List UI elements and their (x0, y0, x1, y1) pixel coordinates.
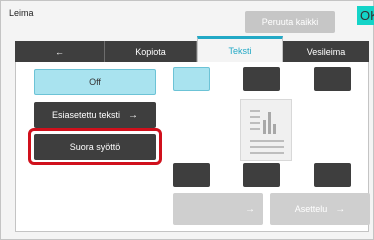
preset-text-label: Esiasetettu teksti (51, 110, 121, 120)
arrow-right-icon: → (335, 203, 346, 215)
arrow-right-icon: → (128, 109, 139, 121)
tab-bar: ← Kopiota Teksti Vesileima (15, 36, 369, 63)
cancel-all-button[interactable]: Peruuta kaikki (245, 11, 335, 33)
text-settings-button[interactable]: → (173, 193, 263, 225)
back-arrow-icon: ← (55, 47, 64, 57)
tab-copy[interactable]: Kopiota (105, 41, 197, 63)
document-preview-graphic (250, 110, 284, 154)
ok-button[interactable]: OK (357, 6, 374, 25)
layout-button[interactable]: Asettelu → (270, 193, 370, 225)
arrow-right-icon: → (245, 203, 255, 215)
tab-text[interactable]: Teksti (197, 36, 283, 63)
position-bottom-left-button[interactable] (173, 163, 210, 187)
position-bottom-center-button[interactable] (243, 163, 280, 187)
off-button[interactable]: Off (34, 69, 156, 95)
position-top-right-button[interactable] (314, 67, 351, 91)
page-title: Leima (9, 8, 34, 18)
highlight-box (28, 128, 162, 165)
preset-text-button[interactable]: Esiasetettu teksti → (34, 102, 156, 128)
position-top-center-button[interactable] (243, 67, 280, 91)
position-top-left-button[interactable] (173, 67, 210, 91)
document-icon (240, 99, 292, 161)
tab-back[interactable]: ← (15, 41, 105, 63)
layout-label: Asettelu (294, 204, 328, 214)
tab-watermark[interactable]: Vesileima (283, 41, 369, 63)
position-bottom-right-button[interactable] (314, 163, 351, 187)
